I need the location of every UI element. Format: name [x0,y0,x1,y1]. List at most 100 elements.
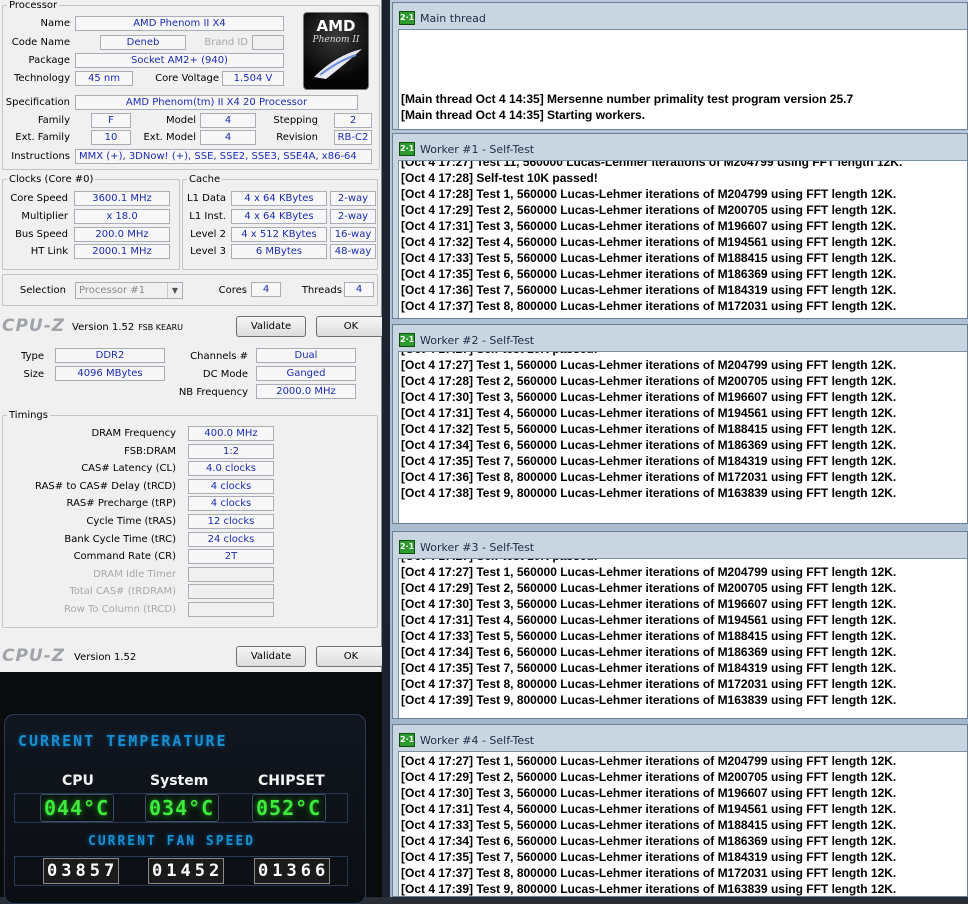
processor-select[interactable]: Processor #1 ▼ [75,282,183,299]
worker1-window[interactable]: 2·1 Worker #1 - Self-Test [Oct 4 17:27] … [392,133,968,319]
timing-value [188,584,274,600]
worker4-titlebar[interactable]: 2·1 Worker #4 - Self-Test [393,725,967,749]
cpu-temp-label: CPU [62,773,94,789]
timing-label: CAS# Latency (CL) [81,463,176,475]
worker2-log[interactable]: [Oct 4 17:27] Self-test 10K passed! [Oct … [398,351,967,523]
worker3-log[interactable]: [Oct 4 17:27] Self-test 10K passed! [Oct … [398,558,967,718]
cache-legend: Cache [189,174,221,185]
nbfreq-value: 2000.0 MHz [256,384,356,399]
fan-speed-title: CURRENT FAN SPEED [88,834,256,849]
corevoltage-value: 1.504 V [222,71,284,86]
timing-label: Command Rate (CR) [73,551,176,563]
log-line: [Main thread Oct 4 14:35] Mersenne numbe… [401,92,854,106]
timing-label: Cycle Time (tRAS) [86,516,176,527]
l1data-value: 4 x 64 KBytes [231,191,327,206]
l1inst-value: 4 x 64 KBytes [231,209,327,224]
log-line: [Oct 4 17:27] Test 1, 560000 Lucas-Lehme… [401,754,897,768]
log-line: [Oct 4 17:37] Test 8, 800000 Lucas-Lehme… [401,677,897,691]
main-thread-log[interactable]: [Main thread Oct 4 14:35] Mersenne numbe… [398,29,967,129]
worker2-titlebar[interactable]: 2·1 Worker #2 - Self-Test [393,325,967,349]
extmodel-value: 4 [200,130,256,145]
log-line: [Oct 4 17:35] Test 7, 560000 Lucas-Lehme… [401,661,897,675]
worker1-titlebar[interactable]: 2·1 Worker #1 - Self-Test [393,134,967,158]
window-divider [382,0,390,897]
timing-value [188,602,274,617]
log-line: [Oct 4 17:31] Test 4, 560000 Lucas-Lehme… [401,613,897,627]
processor-legend: Processor [9,0,58,11]
spec-value: AMD Phenom(tm) II X4 20 Processor [75,95,358,110]
log-line: [Oct 4 17:28] Test 1, 560000 Lucas-Lehme… [401,187,897,201]
log-line: [Oct 4 17:28] Test 2, 560000 Lucas-Lehme… [401,374,897,388]
dcmode-value: Ganged [256,366,356,381]
technology-value: 45 nm [75,71,133,86]
package-label: Package [28,55,70,66]
cpuz-logo: CPU-Z [2,646,66,666]
memsize-value: 4096 MBytes [55,366,165,381]
worker1-log[interactable]: [Oct 4 17:27] Test 11, 560000 Lucas-Lehm… [398,160,967,318]
amd-phenom-logo: AMD Phenom II [303,12,369,90]
worker4-log[interactable]: [Oct 4 17:27] Test 1, 560000 Lucas-Lehme… [398,751,967,896]
log-line: [Oct 4 17:31] Test 4, 560000 Lucas-Lehme… [401,406,897,420]
phenom-swoosh-icon [314,49,362,79]
worker3-title: Worker #3 - Self-Test [420,541,535,554]
codename-value: Deneb [100,35,186,50]
main-thread-titlebar[interactable]: 2·1 Main thread [393,3,967,27]
worker3-titlebar[interactable]: 2·1 Worker #3 - Self-Test [393,532,967,556]
log-line: [Oct 4 17:35] Test 6, 560000 Lucas-Lehme… [401,267,897,281]
log-line: [Oct 4 17:27] Self-test 10K passed! [401,559,598,563]
worker4-window[interactable]: 2·1 Worker #4 - Self-Test [Oct 4 17:27] … [392,724,968,897]
worker3-window[interactable]: 2·1 Worker #3 - Self-Test [Oct 4 17:27] … [392,531,968,719]
log-line: [Oct 4 17:34] Test 6, 560000 Lucas-Lehme… [401,645,897,659]
busspeed-value: 200.0 MHz [74,227,170,242]
fan1-value: 03857 [47,861,119,881]
ok-button[interactable]: OK [316,646,386,667]
main-thread-window[interactable]: 2·1 Main thread [Main thread Oct 4 14:35… [392,2,968,130]
cpuz-logo: CPU-Z [2,316,66,336]
main-thread-title: Main thread [420,12,486,25]
log-line: [Oct 4 17:28] Self-test 10K passed! [401,171,598,185]
memtype-label: Type [21,351,44,362]
extfamily-value: 10 [91,130,131,145]
cpuz-cpu-window: Processor Name AMD Phenom II X4 Code Nam… [0,0,386,342]
worker2-window[interactable]: 2·1 Worker #2 - Self-Test [Oct 4 17:27] … [392,324,968,524]
htlink-label: HT Link [30,246,68,257]
multiplier-value: x 18.0 [74,209,170,224]
log-line: [Main thread Oct 4 14:35] Starting worke… [401,108,646,122]
channels-value: Dual [256,348,356,363]
timing-value: 400.0 MHz [188,426,274,441]
package-value: Socket AM2+ (940) [75,53,284,68]
validate-button[interactable]: Validate [236,646,306,667]
prime95-icon: 2·1 [399,540,415,554]
log-line: [Oct 4 17:32] Test 4, 560000 Lucas-Lehme… [401,235,897,249]
fan2-value: 01452 [152,861,224,881]
level2-value: 4 x 512 KBytes [231,227,327,242]
chevron-down-icon[interactable]: ▼ [167,283,182,298]
log-line: [Oct 4 17:36] Test 8, 800000 Lucas-Lehme… [401,470,897,484]
dcmode-label: DC Mode [202,369,248,380]
log-line: [Oct 4 17:30] Test 3, 560000 Lucas-Lehme… [401,786,897,800]
log-line: [Oct 4 17:36] Test 7, 560000 Lucas-Lehme… [401,283,897,297]
temperature-monitor: CURRENT TEMPERATURE CPU System CHIPSET 0… [0,672,382,904]
timing-label: Bank Cycle Time (tRC) [64,533,176,545]
ok-button[interactable]: OK [316,316,386,337]
log-line: [Oct 4 17:31] Test 3, 560000 Lucas-Lehme… [401,219,897,233]
level2-label: Level 2 [190,229,226,240]
log-line: [Oct 4 17:27] Self-test 10K passed! [401,352,598,356]
name-label: Name [40,18,70,29]
log-line: [Oct 4 17:27] Test 11, 560000 Lucas-Lehm… [401,160,903,169]
validate-button[interactable]: Validate [236,316,306,337]
prime95-icon: 2·1 [399,333,415,347]
timing-value [188,566,274,582]
timing-label: FSB:DRAM [124,445,176,457]
log-line: [Oct 4 17:35] Test 7, 560000 Lucas-Lehme… [401,454,897,468]
l1data-way: 2-way [330,191,376,206]
timing-value: 12 clocks [188,514,274,529]
chipset-temp-label: CHIPSET [258,773,325,789]
log-line: [Oct 4 17:29] Test 2, 560000 Lucas-Lehme… [401,203,897,217]
chipset-temp-value: 052°C [256,796,322,820]
l1inst-label: L1 Inst. [189,211,226,222]
cpuz-version: Version 1.52 [74,652,137,663]
log-line: [Oct 4 17:30] Test 3, 560000 Lucas-Lehme… [401,390,897,404]
model-value: 4 [200,113,256,128]
revision-value: RB-C2 [334,130,372,145]
